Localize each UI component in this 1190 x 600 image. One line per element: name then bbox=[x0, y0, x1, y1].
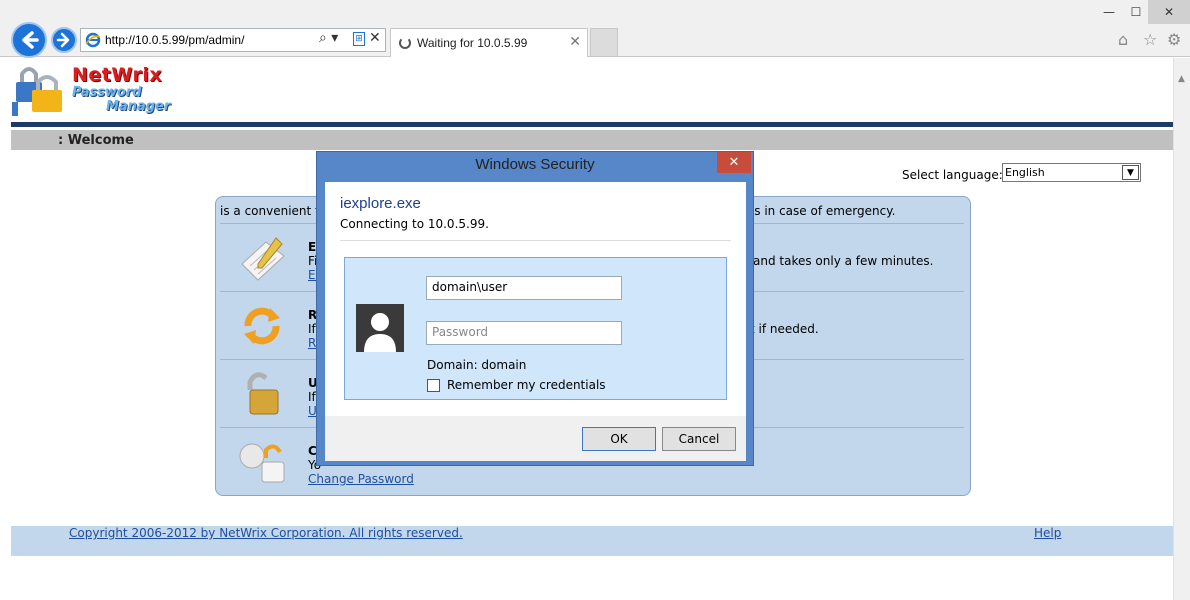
url-text[interactable]: http://10.0.5.99/pm/admin/ bbox=[105, 33, 244, 47]
user-avatar-icon bbox=[356, 304, 404, 352]
stop-icon[interactable]: ✕ bbox=[369, 30, 381, 46]
remember-label[interactable]: Remember my credentials bbox=[447, 378, 606, 392]
cancel-button[interactable]: Cancel bbox=[662, 427, 736, 451]
change-password-link[interactable]: Change Password bbox=[308, 472, 414, 486]
windows-security-dialog: Windows Security ✕ iexplore.exe Connecti… bbox=[316, 151, 754, 466]
window-close-button[interactable]: ✕ bbox=[1148, 0, 1190, 24]
forward-button[interactable] bbox=[51, 27, 77, 53]
ok-button[interactable]: OK bbox=[582, 427, 656, 451]
logo-password-text: Password bbox=[72, 85, 142, 100]
help-link[interactable]: Help bbox=[1034, 526, 1061, 540]
username-input[interactable]: domain\user bbox=[426, 276, 622, 300]
tab-title: Waiting for 10.0.5.99 bbox=[417, 36, 528, 50]
reset-text: If bbox=[308, 322, 316, 336]
panel-intro-text: is a convenient t bbox=[220, 204, 320, 218]
change-password-icon bbox=[239, 443, 285, 483]
scroll-up-icon[interactable]: ▲ bbox=[1178, 74, 1185, 84]
forward-arrow-icon bbox=[56, 32, 70, 48]
search-dropdown-icon[interactable]: ⌕ ▾ bbox=[319, 30, 338, 46]
welcome-title: : Welcome bbox=[58, 133, 134, 148]
dialog-title: Windows Security bbox=[475, 156, 595, 173]
password-input[interactable]: Password bbox=[426, 321, 622, 345]
browser-chrome: — ☐ ✕ http://10.0.5.99/pm/admin/ ⌕ ▾ ⊞ ✕… bbox=[0, 0, 1190, 58]
panel-intro-end-text: ss in case of emergency. bbox=[748, 204, 896, 218]
home-icon[interactable]: ⌂ bbox=[1118, 30, 1128, 49]
credential-tile: domain\user Password Domain: domain Reme… bbox=[344, 257, 727, 400]
remember-checkbox[interactable] bbox=[427, 379, 440, 392]
footer: Copyright 2006-2012 by NetWrix Corporati… bbox=[11, 526, 1173, 556]
vertical-scrollbar[interactable]: ▲ bbox=[1173, 58, 1190, 600]
copyright-link[interactable]: Copyright 2006-2012 by NetWrix Corporati… bbox=[69, 526, 463, 540]
dialog-divider bbox=[340, 240, 731, 241]
language-value: English bbox=[1005, 166, 1045, 179]
reset-text-end: t if needed. bbox=[750, 322, 819, 336]
address-bar[interactable]: http://10.0.5.99/pm/admin/ ⌕ ▾ ⊞ ✕ bbox=[80, 28, 386, 52]
dialog-app-name: iexplore.exe bbox=[340, 195, 421, 212]
dialog-body: iexplore.exe Connecting to 10.0.5.99. do… bbox=[325, 182, 746, 461]
dialog-close-button[interactable]: ✕ bbox=[717, 152, 751, 173]
compat-view-icon[interactable]: ⊞ bbox=[353, 32, 365, 46]
favorites-star-icon[interactable]: ☆ bbox=[1143, 30, 1157, 49]
unlock-text: If bbox=[308, 390, 316, 404]
netwrix-padlock-logo-icon bbox=[12, 67, 62, 116]
welcome-bar: : Welcome bbox=[11, 130, 1173, 150]
enroll-document-icon bbox=[241, 237, 285, 281]
dialog-connecting-text: Connecting to 10.0.5.99. bbox=[340, 217, 489, 231]
logo-product-text: Password Manager bbox=[72, 86, 170, 114]
logo-manager-text: Manager bbox=[106, 99, 171, 114]
header-divider bbox=[11, 122, 1173, 127]
loading-spinner-icon bbox=[399, 37, 411, 49]
language-select[interactable]: English ▼ bbox=[1002, 163, 1141, 182]
unlock-padlock-icon bbox=[247, 372, 279, 415]
settings-gear-icon[interactable]: ⚙ bbox=[1167, 30, 1181, 49]
new-tab-button[interactable] bbox=[590, 28, 618, 56]
back-button[interactable] bbox=[11, 22, 47, 58]
ie-icon bbox=[85, 32, 101, 48]
tab-waiting[interactable]: Waiting for 10.0.5.99 ✕ bbox=[390, 28, 588, 57]
minimize-button[interactable]: — bbox=[1100, 0, 1118, 24]
domain-label: Domain: domain bbox=[427, 358, 527, 372]
back-arrow-icon bbox=[22, 31, 39, 49]
logo-netwrix-text: NetWrix bbox=[72, 64, 163, 86]
chevron-down-icon[interactable]: ▼ bbox=[1122, 165, 1139, 180]
maximize-button[interactable]: ☐ bbox=[1127, 0, 1145, 24]
reset-refresh-icon bbox=[244, 307, 280, 345]
language-label: Select language: bbox=[902, 168, 1003, 182]
tab-close-icon[interactable]: ✕ bbox=[569, 34, 581, 50]
dialog-footer: OK Cancel bbox=[325, 416, 746, 461]
enroll-text-end: and takes only a few minutes. bbox=[753, 254, 934, 268]
